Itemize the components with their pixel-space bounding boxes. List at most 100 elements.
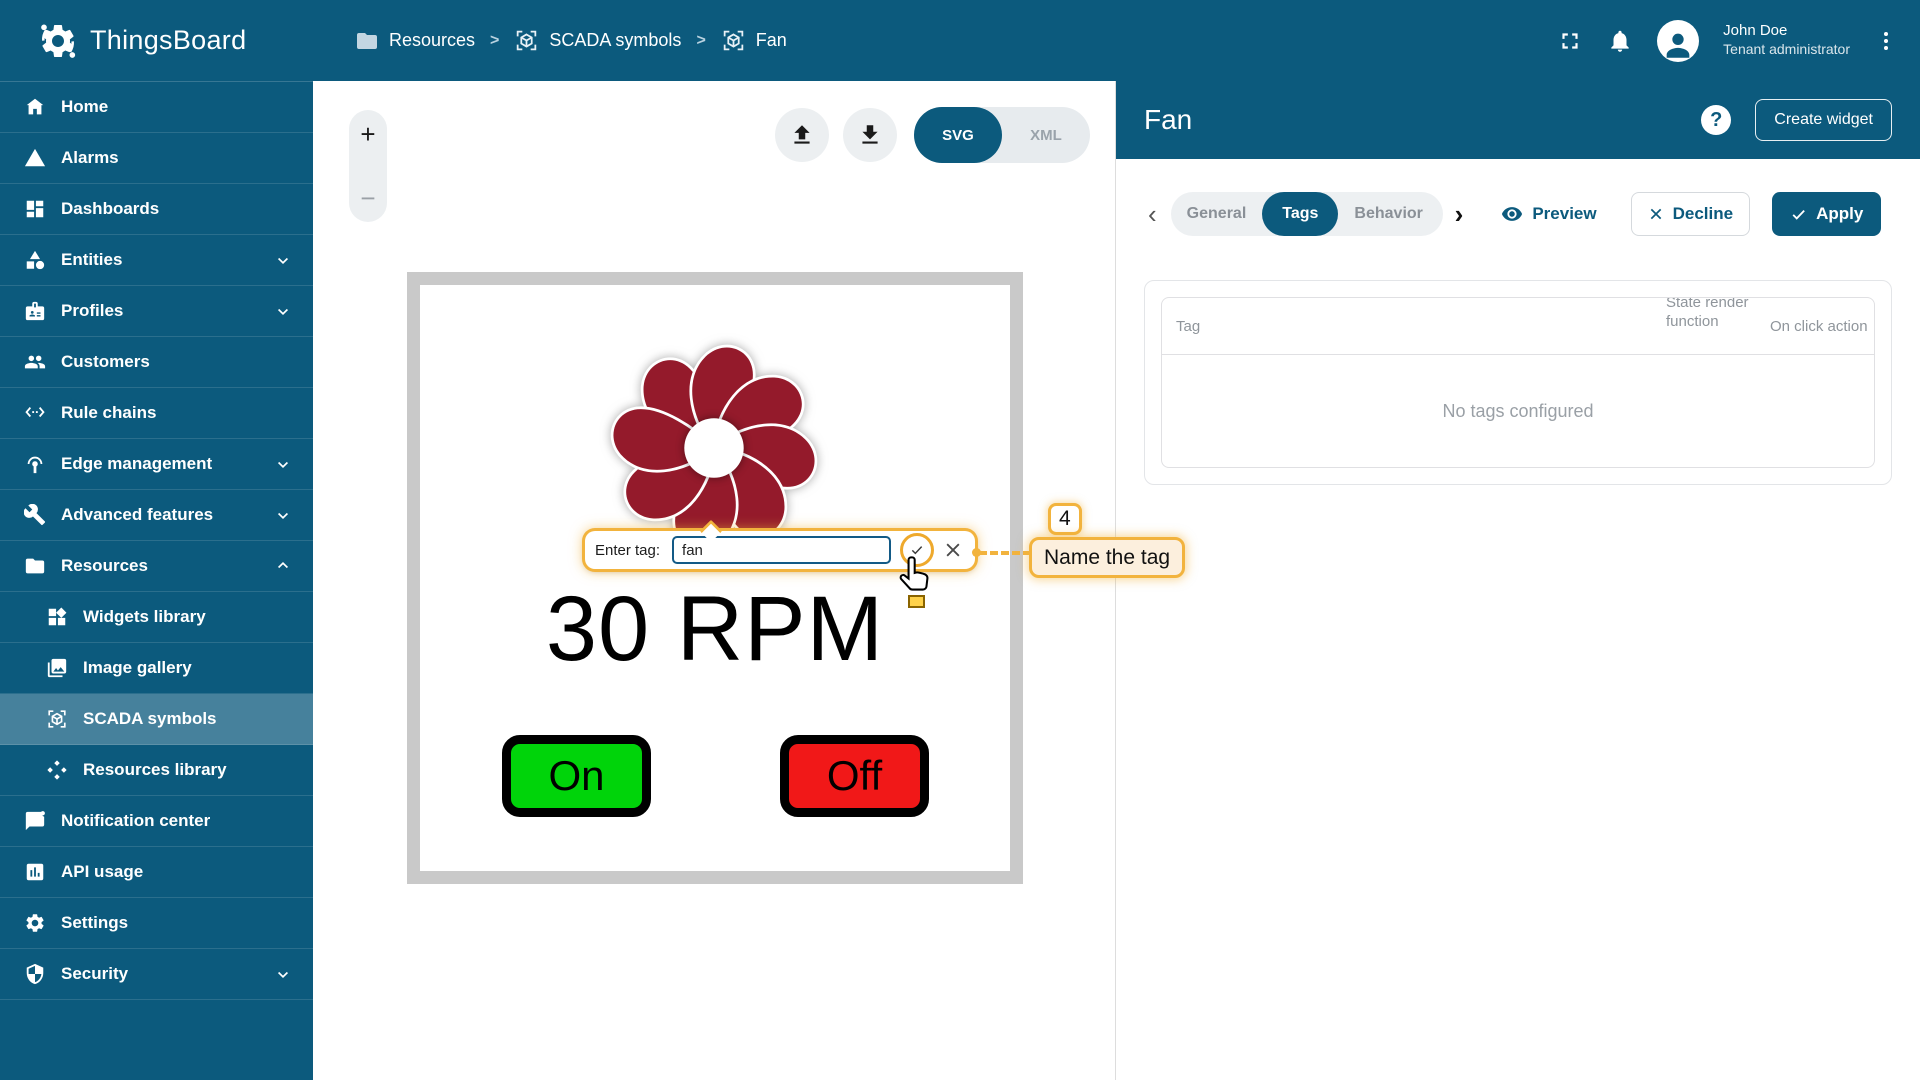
tags-table: Tag State render function On click actio…: [1161, 297, 1875, 468]
download-icon: [862, 125, 878, 144]
enter-tag-label: Enter tag:: [595, 541, 661, 559]
tabs-scroll-right-icon[interactable]: ›: [1451, 201, 1468, 227]
shield-icon: [24, 963, 46, 985]
thingsboard-logo[interactable]: ThingsBoard: [38, 0, 246, 81]
sidebar-item-notification-center[interactable]: Notification center: [0, 796, 313, 847]
customers-people-icon: [24, 351, 46, 373]
app-title: ThingsBoard: [90, 25, 247, 55]
close-icon: [946, 543, 960, 557]
sidebar-item-settings[interactable]: Settings: [0, 898, 313, 949]
profiles-badge-icon: [24, 300, 46, 322]
sidebar-item-security[interactable]: Security: [0, 949, 313, 1000]
edge-antenna-icon: [24, 453, 46, 475]
user-info[interactable]: John Doe Tenant administrator: [1723, 22, 1850, 58]
fan-off-button[interactable]: Off: [780, 735, 929, 817]
sidebar-item-widgets-library[interactable]: Widgets library: [0, 592, 313, 643]
home-icon: [24, 96, 46, 118]
notifications-bell-icon[interactable]: [1607, 28, 1633, 54]
sidebar-item-entities[interactable]: Entities: [0, 235, 313, 286]
panel-title: Fan: [1144, 104, 1193, 135]
tags-card: Tag State render function On click actio…: [1144, 280, 1892, 485]
breadcrumb-resources[interactable]: Resources: [355, 29, 475, 53]
breadcrumb-separator: >: [696, 31, 706, 49]
sidebar-item-alarms[interactable]: Alarms: [0, 133, 313, 184]
entities-shapes-icon: [24, 249, 46, 271]
sidebar-item-api-usage[interactable]: API usage: [0, 847, 313, 898]
panel-tabs-row: ‹ General Tags Behavior Properties › Pre…: [1144, 192, 1892, 236]
create-widget-button[interactable]: Create widget: [1755, 99, 1892, 141]
editor-actions: SVG XML: [775, 107, 1090, 163]
column-header-tag: Tag: [1176, 317, 1201, 335]
upload-icon: [794, 125, 810, 144]
breadcrumb-fan[interactable]: Fan: [721, 28, 787, 53]
tab-properties[interactable]: Properties: [1439, 192, 1443, 236]
scada-symbol-icon: [514, 28, 539, 53]
sidebar-item-scada-symbols[interactable]: SCADA symbols: [0, 694, 313, 745]
thingsboard-gear-logo-icon: [38, 21, 78, 61]
top-right-actions: John Doe Tenant administrator: [1557, 0, 1898, 81]
toggle-xml[interactable]: XML: [1002, 107, 1090, 163]
top-bar: ThingsBoard Resources > SCADA symbols > …: [0, 0, 1920, 81]
breadcrumb: Resources > SCADA symbols > Fan: [355, 0, 787, 81]
tab-tags[interactable]: Tags: [1262, 192, 1339, 236]
scada-symbol-icon: [46, 708, 68, 730]
widgets-icon: [46, 606, 68, 628]
chevron-down-icon: [273, 454, 293, 474]
toggle-svg[interactable]: SVG: [914, 107, 1002, 163]
alarm-warning-icon: [24, 147, 46, 169]
mouse-pointer-cursor: [899, 556, 929, 591]
decline-button[interactable]: Decline: [1630, 192, 1751, 236]
gear-icon: [24, 912, 46, 934]
image-gallery-icon: [46, 657, 68, 679]
chevron-down-icon: [273, 250, 293, 270]
tag-name-input[interactable]: [672, 536, 892, 564]
sidebar-item-edge-management[interactable]: Edge management: [0, 439, 313, 490]
panel-header: Fan ? Create widget: [1116, 81, 1920, 159]
zoom-controls: + −: [349, 110, 387, 222]
folder-icon: [355, 29, 379, 53]
zoom-in-button[interactable]: +: [354, 120, 381, 148]
column-header-on-click-action: On click action: [1770, 317, 1868, 335]
download-button[interactable]: [843, 108, 897, 162]
cancel-tag-button[interactable]: [941, 538, 965, 562]
user-name: John Doe: [1723, 22, 1788, 40]
sidebar-item-profiles[interactable]: Profiles: [0, 286, 313, 337]
user-avatar[interactable]: [1657, 19, 1700, 62]
folder-icon: [24, 555, 46, 577]
sidebar-item-image-gallery[interactable]: Image gallery: [0, 643, 313, 694]
breadcrumb-scada-symbols[interactable]: SCADA symbols: [514, 28, 681, 53]
sidebar-item-home[interactable]: Home: [0, 82, 313, 133]
breadcrumb-separator: >: [490, 31, 500, 49]
column-header-state-render-function: State render function: [1666, 298, 1749, 330]
sidebar-item-customers[interactable]: Customers: [0, 337, 313, 388]
apply-button[interactable]: Apply: [1772, 192, 1882, 236]
user-role: Tenant administrator: [1723, 41, 1850, 58]
close-icon: [1650, 208, 1661, 220]
diamonds-icon: [46, 759, 68, 781]
tabs-scroll-left-icon[interactable]: ‹: [1144, 201, 1161, 227]
checkmark-icon: [1792, 209, 1805, 220]
sidebar-nav: Home Alarms Dashboards Entities Profiles…: [0, 81, 313, 1080]
help-icon[interactable]: ?: [1701, 105, 1732, 135]
upload-button[interactable]: [775, 108, 829, 162]
tab-general[interactable]: General: [1171, 192, 1263, 236]
chevron-down-icon: [273, 964, 293, 984]
fan-on-button[interactable]: On: [502, 735, 651, 817]
sidebar-item-advanced-features[interactable]: Advanced features: [0, 490, 313, 541]
format-toggle: SVG XML: [914, 107, 1090, 163]
rule-chains-icon: [24, 402, 46, 424]
dashboards-grid-icon: [24, 198, 46, 220]
preview-button[interactable]: Preview: [1495, 202, 1602, 226]
scada-symbol-icon: [721, 28, 746, 53]
chevron-up-icon: [273, 556, 293, 576]
chart-box-icon: [24, 861, 46, 883]
sidebar-item-rule-chains[interactable]: Rule chains: [0, 388, 313, 439]
fullscreen-icon[interactable]: [1557, 28, 1583, 54]
zoom-out-button[interactable]: −: [354, 184, 381, 212]
kebab-menu-icon[interactable]: [1874, 29, 1898, 53]
sidebar-item-resources[interactable]: Resources: [0, 541, 313, 592]
sidebar-item-dashboards[interactable]: Dashboards: [0, 184, 313, 235]
symbol-properties-panel: Fan ? Create widget ‹ General Tags Behav…: [1115, 81, 1920, 1080]
sidebar-item-resources-library[interactable]: Resources library: [0, 745, 313, 796]
tab-behavior[interactable]: Behavior: [1338, 192, 1438, 236]
